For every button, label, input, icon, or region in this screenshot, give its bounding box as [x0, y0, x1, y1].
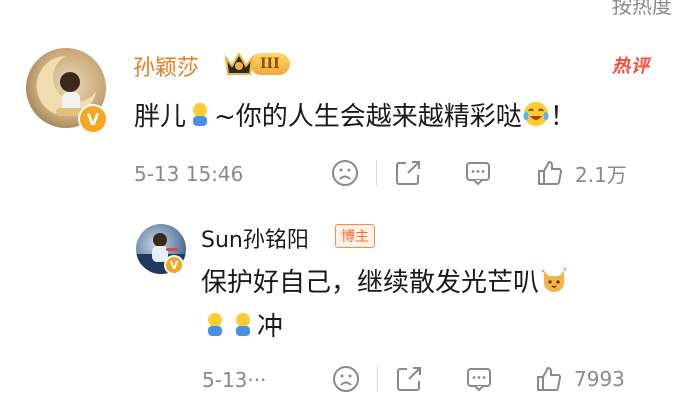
reply-text-suffix: 冲 — [257, 312, 284, 342]
verified-badge-icon: V — [78, 104, 108, 134]
share-icon[interactable] — [393, 158, 423, 188]
comment-icon[interactable] — [464, 364, 494, 394]
reply-actions: 7993 — [331, 364, 625, 394]
crying-laugh-emoji-icon — [522, 100, 550, 135]
person-emoji-icon — [229, 310, 257, 345]
reply-username[interactable]: Sun孙铭阳 — [201, 222, 309, 254]
sad-face-icon[interactable] — [330, 158, 360, 188]
thumbs-up-icon[interactable] — [535, 158, 565, 188]
reply-text-line2: 冲 — [201, 306, 283, 345]
hot-comment-badge: 热评 — [612, 56, 650, 77]
crown-icon — [224, 50, 254, 78]
author-tag: 博主 — [335, 224, 375, 248]
comment-icon[interactable] — [463, 158, 493, 188]
divider — [377, 366, 378, 392]
username[interactable]: 孙颖莎 — [133, 50, 199, 82]
sad-face-icon[interactable] — [331, 364, 361, 394]
comment-text-middle: ~你的人生会越来越精彩哒 — [214, 102, 522, 132]
reply-text-line1: 保护好自己，继续散发光芒叭 — [201, 262, 569, 302]
cat-hearts-emoji-icon — [539, 265, 569, 302]
comment-timestamp: 5-13 15:46 — [134, 162, 244, 186]
sort-label[interactable]: 按热度 — [612, 0, 672, 19]
thumbs-up-icon[interactable] — [534, 364, 564, 394]
person-emoji-icon — [201, 310, 229, 345]
comment-text-prefix: 胖儿 — [134, 102, 187, 132]
fan-level-badge[interactable]: III — [224, 50, 290, 78]
comment-actions: 2.1万 — [330, 158, 627, 188]
reply-timestamp: 5-13··· — [202, 368, 267, 392]
reply-text: 保护好自己，继续散发光芒叭 — [201, 268, 540, 298]
like-count: 2.1万 — [575, 162, 627, 187]
person-emoji-icon — [186, 100, 214, 135]
like-count: 7993 — [574, 367, 625, 391]
comment-text: 胖儿 ~你的人生会越来越精彩哒 ！ — [134, 96, 576, 135]
level-label: III — [250, 53, 290, 75]
comment-thread: 按热度 V 孙颖莎 III 热评 胖儿 ~你的人生会越来越精彩哒 ！ 5-13 15… — [0, 0, 690, 416]
verified-badge-icon: V — [164, 255, 184, 275]
comment-text-suffix: ！ — [549, 102, 576, 132]
divider — [376, 160, 377, 186]
share-icon[interactable] — [394, 364, 424, 394]
